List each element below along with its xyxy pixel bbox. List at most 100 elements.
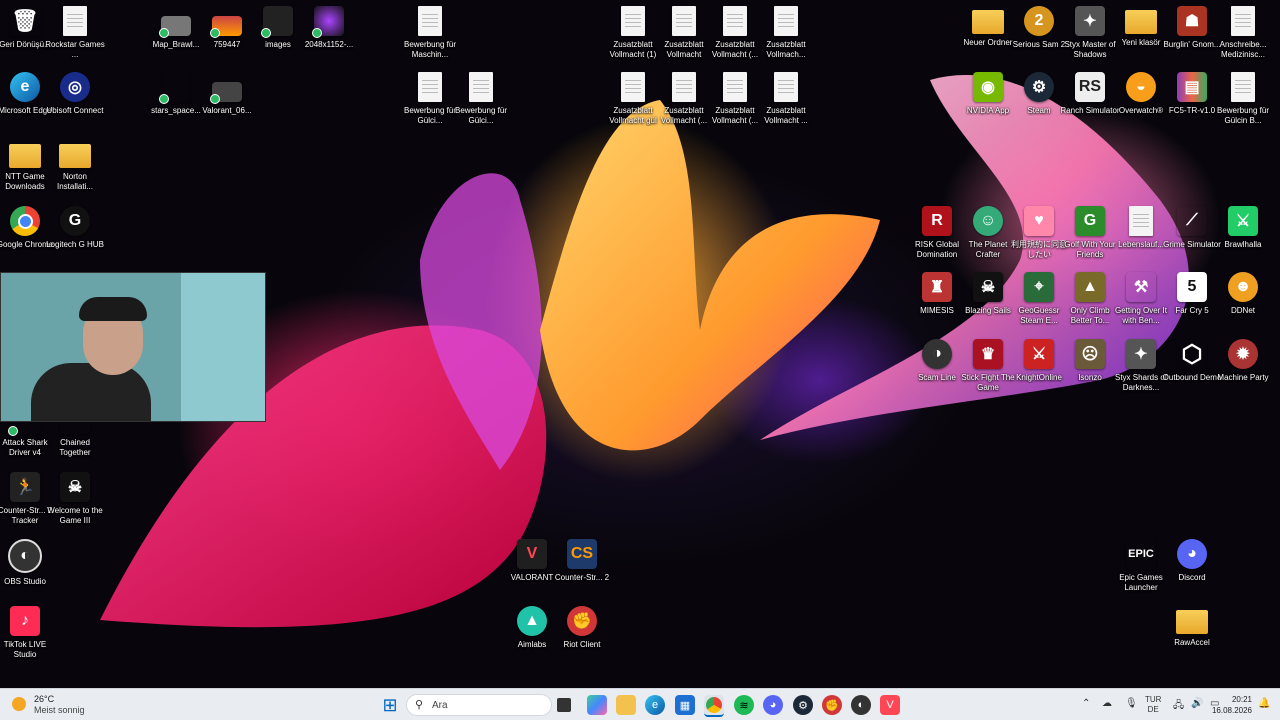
image-2048-icon[interactable]: 2048x1152-...: [304, 6, 354, 70]
ranch-simulator-icon[interactable]: RS Ranch Simulator: [1060, 72, 1120, 136]
aimlabs-icon[interactable]: ▲ Aimlabs: [507, 606, 557, 670]
rockstar-launcher-icon[interactable]: Rockstar Games ...: [45, 6, 105, 70]
search-box[interactable]: ⚲ Ara: [406, 694, 552, 716]
network-icon[interactable]: 🖧: [1173, 698, 1184, 715]
edge-logo-icon: e: [10, 72, 40, 102]
zusatzblatt-gul-file-icon[interactable]: Zusatzblatt Vollmacht gül: [608, 72, 658, 136]
brawlhalla-icon[interactable]: ⚔ Brawlhalla: [1218, 206, 1268, 270]
copilot-button[interactable]: [587, 695, 607, 715]
styx-master-icon[interactable]: ✦ Styx Master of Shadows: [1064, 6, 1116, 70]
zusatzblatt-2-file-icon[interactable]: Zusatzblatt Vollmacht: [659, 6, 709, 70]
golf-with-friends-icon[interactable]: G Golf With Your Friends: [1064, 206, 1116, 270]
yeni-klasor-icon[interactable]: Yeni klasör: [1116, 6, 1166, 70]
chrome-taskbar-button[interactable]: [704, 695, 724, 717]
geoguessr-icon[interactable]: ⌖ GeoGuessr Steam E...: [1014, 272, 1064, 336]
weather-widget[interactable]: 26°C Meist sonnig: [10, 693, 130, 717]
logitech-ghub-icon[interactable]: G Logitech G HUB: [46, 206, 104, 270]
task-view-button[interactable]: [557, 698, 571, 712]
edge-taskbar-button[interactable]: e: [645, 695, 665, 715]
golf-logo-icon: G: [1075, 206, 1105, 236]
riot-taskbar-button[interactable]: ✊: [822, 695, 842, 715]
language-indicator[interactable]: TUR DE: [1145, 695, 1161, 715]
valorant-06-file-icon[interactable]: Valorant_06...: [202, 72, 252, 136]
blazing-sails-icon[interactable]: ☠ Blazing Sails: [963, 272, 1013, 336]
cloud-icon[interactable]: ☁: [1102, 698, 1112, 709]
zusatzblatt-1-file-icon[interactable]: Zusatzblatt Vollmacht (1): [608, 6, 658, 70]
risk-global-icon[interactable]: R RISK Global Domination: [912, 206, 962, 270]
only-climb-icon[interactable]: ▲ Only Climb Better To...: [1065, 272, 1115, 336]
store-taskbar-button[interactable]: ▦: [675, 695, 695, 715]
steam-desktop-icon[interactable]: ⚙ Steam: [1014, 72, 1064, 136]
norton-installer-icon[interactable]: Norton Installati...: [50, 140, 100, 204]
mimesis-icon[interactable]: ♜ MIMESIS: [912, 272, 962, 336]
jp-game-icon[interactable]: ♥ 利用規約に同意したい: [1011, 206, 1067, 270]
discord-icon[interactable]: ◕ Discord: [1167, 539, 1217, 603]
images-file-icon[interactable]: images: [253, 6, 303, 70]
zusatzblatt-3-file-icon[interactable]: Zusatzblatt Vollmacht (...: [710, 6, 760, 70]
steam-taskbar-button[interactable]: ⚙: [793, 695, 813, 715]
riot-client-icon[interactable]: ✊ Riot Client: [557, 606, 607, 670]
far-cry-5-icon[interactable]: 5 Far Cry 5: [1167, 272, 1217, 336]
zusatzblatt-8-file-icon[interactable]: Zusatzblatt Vollmacht ...: [761, 72, 811, 136]
chrome-icon[interactable]: Google Chrome: [0, 206, 53, 270]
folder-icon: [1176, 610, 1208, 634]
discord-taskbar-button[interactable]: ◕: [763, 695, 783, 715]
map-brawl-file-icon[interactable]: Map_Brawl...: [151, 6, 201, 70]
obs-taskbar-button[interactable]: ◐: [851, 695, 871, 715]
scam-line-icon[interactable]: ◑ Scam Line: [912, 339, 962, 403]
machine-party-icon[interactable]: ✹ Machine Party: [1217, 339, 1269, 403]
obs-studio-icon[interactable]: ◐ OBS Studio: [0, 539, 50, 603]
nvidia-app-icon[interactable]: ◉ NVIDIA App: [963, 72, 1013, 136]
document-icon: [418, 6, 442, 36]
stick-fight-icon[interactable]: ♛ Stick Fight The Game: [961, 339, 1015, 403]
zusatzblatt-4-file-icon[interactable]: Zusatzblatt Vollmach...: [761, 6, 811, 70]
outbound-demo-icon[interactable]: ⬡ Outbound Demo: [1163, 339, 1222, 403]
bewerbung-maschin-file-icon[interactable]: Bewerbung für Maschin...: [404, 6, 456, 70]
start-button[interactable]: ⊞: [380, 695, 400, 715]
tiktok-live-icon[interactable]: ♪ TikTok LIVE Studio: [0, 606, 50, 670]
image-759447-icon[interactable]: 759447: [202, 6, 252, 70]
neuer-ordner-icon[interactable]: Neuer Ordner: [963, 6, 1013, 70]
bewerbung-gulci2-file-icon[interactable]: Bewerbung für Gülci...: [455, 72, 507, 136]
stars-space-file-icon[interactable]: stars_space...: [151, 72, 201, 136]
recycle-bin-icon[interactable]: 🗑 Geri Dönüşü...: [0, 6, 51, 70]
ntt-downloads-icon[interactable]: NTT Game Downloads: [0, 140, 50, 204]
getting-over-it-icon[interactable]: ⚒ Getting Over It with Ben...: [1115, 272, 1167, 336]
ddnet-icon[interactable]: ☻ DDNet: [1218, 272, 1268, 336]
bewerbung-gulci-file-icon[interactable]: Bewerbung für Gülci...: [404, 72, 456, 136]
microphone-icon[interactable]: 🎙: [1125, 698, 1138, 709]
styx-shards-icon[interactable]: ✦ Styx Shards of Darknes...: [1115, 339, 1167, 403]
knight-online-icon[interactable]: ⚔ KnightOnline: [1014, 339, 1064, 403]
ubisoft-connect-icon[interactable]: ◎ Ubisoft Connect: [47, 72, 103, 136]
epic-games-icon[interactable]: EPIC Epic Games Launcher: [1116, 539, 1166, 603]
cs2-tracker-icon[interactable]: 🏃 Counter-Str... 2 Tracker: [0, 472, 52, 536]
valorant-logo-icon: V: [886, 699, 894, 711]
icon-label: Logitech G HUB: [46, 240, 104, 249]
chevron-up-icon[interactable]: ⌃: [1082, 698, 1090, 709]
edge-icon[interactable]: e Microsoft Edge: [0, 72, 52, 136]
notification-icon[interactable]: 🔔: [1258, 698, 1270, 709]
valorant-icon[interactable]: V VALORANT: [507, 539, 557, 603]
bewerbung-gulcin-file-icon[interactable]: Bewerbung für Gülcin B...: [1217, 72, 1269, 136]
lebenslauf-file-icon[interactable]: Lebenslauf...: [1116, 206, 1166, 270]
burglin-gnomes-icon[interactable]: ☗ Burglin' Gnom...: [1163, 6, 1221, 70]
zusatzblatt-6-file-icon[interactable]: Zusatzblatt Vollmacht (...: [659, 72, 709, 136]
planet-crafter-icon[interactable]: ☺ The Planet Crafter: [963, 206, 1013, 270]
isonzo-icon[interactable]: ☹ Isonzo: [1065, 339, 1115, 403]
clock[interactable]: 20:21 16.08.2026: [1208, 694, 1252, 716]
file-explorer-button[interactable]: [616, 695, 636, 715]
welcome-game-icon[interactable]: ☠ Welcome to the Game III: [47, 472, 103, 536]
serious-sam-icon[interactable]: 2 Serious Sam 2: [1013, 6, 1065, 70]
rawaccel-folder-icon[interactable]: RawAccel: [1167, 606, 1217, 670]
volume-icon[interactable]: 🔊: [1191, 698, 1203, 709]
icon-label: Norton Installati...: [56, 172, 93, 191]
cs2-icon[interactable]: CS Counter-Str... 2: [555, 539, 609, 603]
fc5-tr-icon[interactable]: ▤ FC5-TR-v1.0: [1167, 72, 1217, 136]
anschreiben-file-icon[interactable]: Anschreibe... Medizinisc...: [1218, 6, 1268, 70]
overwatch-icon[interactable]: ◒ Overwatch®: [1116, 72, 1166, 136]
skull-icon: ☠: [60, 472, 90, 502]
zusatzblatt-7-file-icon[interactable]: Zusatzblatt Vollmacht (...: [710, 72, 760, 136]
grime-simulator-icon[interactable]: ⟋ Grime Simulator: [1163, 206, 1221, 270]
valorant-taskbar-button[interactable]: V: [880, 695, 900, 715]
spotify-taskbar-button[interactable]: ≋: [734, 695, 754, 715]
